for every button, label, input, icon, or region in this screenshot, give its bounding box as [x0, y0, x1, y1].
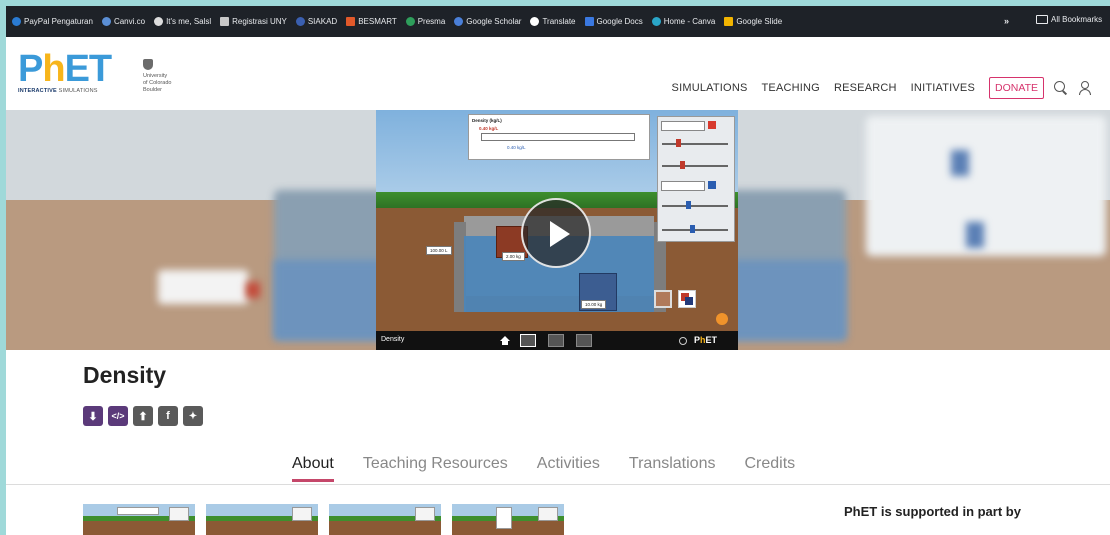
share-bar: ⬇ </> ⬆ f ✦	[83, 406, 208, 426]
scene-thumbnail-b[interactable]	[678, 290, 696, 308]
bookmark-paypal[interactable]: PayPal Pengaturan	[12, 17, 93, 26]
globe-icon	[101, 17, 111, 26]
tab-credits[interactable]: Credits	[744, 455, 795, 479]
tab-translations[interactable]: Translations	[629, 455, 716, 479]
mass-slider-1[interactable]	[676, 139, 681, 147]
user-icon[interactable]	[1078, 81, 1092, 95]
github-icon	[154, 17, 164, 26]
screenshot-thumbnail[interactable]	[329, 504, 441, 535]
embed-icon[interactable]: </>	[108, 406, 128, 426]
simulation-preview[interactable]: 100.00 L 2.00 kg 10.00 kg Density (kg/L)…	[376, 110, 738, 350]
sim-name: Density	[381, 336, 405, 343]
bookmarks-overflow-button[interactable]: »	[1004, 16, 1009, 26]
block-control-panel	[657, 116, 735, 242]
all-bookmarks-button[interactable]: All Bookmarks	[1036, 15, 1102, 24]
site-header: PhET INTERACTIVE SIMULATIONS University …	[6, 37, 1110, 116]
bookmark-docs[interactable]: Google Docs	[584, 17, 643, 26]
play-button[interactable]	[521, 198, 591, 268]
main-nav: SIMULATIONS TEACHING RESEARCH INITIATIVE…	[658, 77, 1092, 99]
density-title: Density (kg/L)	[472, 118, 502, 123]
slides-icon	[724, 17, 734, 26]
material-select-2[interactable]	[661, 181, 705, 191]
scene-thumbnail-a[interactable]	[654, 290, 672, 308]
blue-block-mass: 10.00 kg	[581, 300, 607, 309]
phet-logo[interactable]: PhET INTERACTIVE SIMULATIONS	[18, 48, 112, 94]
paypal-icon	[12, 17, 21, 26]
bookmark-presma[interactable]: Presma	[405, 17, 445, 26]
donate-button[interactable]: DONATE	[989, 77, 1044, 99]
nav-research[interactable]: RESEARCH	[834, 82, 897, 94]
presma-icon	[405, 17, 415, 26]
bookmark-canva[interactable]: Home - Canva	[651, 17, 715, 26]
supporters-heading: PhET is supported in part by	[844, 504, 1021, 519]
tab-about[interactable]: About	[292, 455, 334, 482]
density-accordion[interactable]: Density (kg/L) 0.40 kg/L 0.40 kg/L	[468, 114, 650, 160]
phet-logo-subtitle: INTERACTIVE SIMULATIONS	[18, 88, 98, 94]
scholar-icon	[454, 17, 464, 26]
content-tabs: About Teaching Resources Activities Tran…	[292, 455, 824, 482]
twitter-icon[interactable]: ✦	[183, 406, 203, 426]
bookmark-scholar[interactable]: Google Scholar	[454, 17, 521, 26]
docs-icon	[584, 17, 594, 26]
uny-icon	[295, 17, 305, 26]
bookmark-besmart[interactable]: BESMART	[346, 17, 397, 26]
cu-boulder-logo[interactable]: University of Colorado Boulder	[143, 59, 171, 94]
download-icon[interactable]: ⬇	[83, 406, 103, 426]
volume-slider-1[interactable]	[680, 161, 685, 169]
screenshot-gallery	[83, 504, 575, 535]
bookmark-translate[interactable]: Translate	[530, 17, 576, 26]
bookmark-siakad[interactable]: SIAKAD	[295, 17, 337, 26]
canva-icon	[651, 17, 661, 26]
bookmark-github[interactable]: It's me, Salsl	[154, 17, 211, 26]
screenshot-thumbnail[interactable]	[452, 504, 564, 535]
phet-logo-word: PhET	[18, 48, 112, 90]
bookmark-registrasi[interactable]: Registrasi UNY	[220, 17, 287, 26]
density-value: 0.40 kg/L	[479, 126, 499, 131]
screenshot-thumbnail[interactable]	[206, 504, 318, 535]
red-block-mass: 2.00 kg	[502, 252, 525, 261]
share-icon[interactable]: ⬆	[133, 406, 153, 426]
screen-explore-icon[interactable]	[576, 334, 592, 347]
settings-icon[interactable]	[679, 337, 687, 345]
page-title: Density	[83, 362, 167, 388]
material-select-1[interactable]	[661, 121, 705, 131]
tab-activities[interactable]: Activities	[537, 455, 600, 479]
nav-teaching[interactable]: TEACHING	[762, 82, 820, 94]
folder-icon	[1036, 15, 1048, 24]
volume-slider-2[interactable]	[690, 225, 695, 233]
tab-divider	[6, 484, 1110, 485]
screenshot-thumbnail[interactable]	[83, 504, 195, 535]
block-b-color-icon	[708, 181, 716, 189]
bookmark-canvi[interactable]: Canvi.co	[101, 17, 145, 26]
page-icon	[220, 17, 230, 26]
facebook-icon[interactable]: f	[158, 406, 178, 426]
bookmark-slides[interactable]: Google Slide	[724, 17, 782, 26]
besmart-icon	[346, 17, 356, 26]
sim-navigation-bar: Density PhET	[376, 331, 738, 350]
block-a-color-icon	[708, 121, 716, 129]
density-value-secondary: 0.40 kg/L	[507, 145, 526, 150]
browser-window: PayPal Pengaturan Canvi.co It's me, Sals…	[6, 6, 1110, 535]
screen-compare-icon[interactable]	[548, 334, 564, 347]
density-scale	[481, 133, 635, 141]
search-icon[interactable]	[1054, 81, 1068, 95]
cu-shield-icon	[143, 59, 153, 70]
nav-initiatives[interactable]: INITIATIVES	[911, 82, 975, 94]
home-icon[interactable]	[500, 336, 510, 345]
mass-slider-2[interactable]	[686, 201, 691, 209]
volume-readout: 100.00 L	[426, 246, 452, 255]
tab-teaching-resources[interactable]: Teaching Resources	[363, 455, 508, 479]
screen-intro-icon[interactable]	[520, 334, 536, 347]
nav-simulations[interactable]: SIMULATIONS	[672, 82, 748, 94]
phet-menu-logo[interactable]: PhET	[694, 335, 717, 345]
translate-icon	[530, 17, 540, 26]
reset-icon[interactable]	[716, 313, 728, 325]
bookmarks-bar: PayPal Pengaturan Canvi.co It's me, Sals…	[6, 6, 1110, 37]
